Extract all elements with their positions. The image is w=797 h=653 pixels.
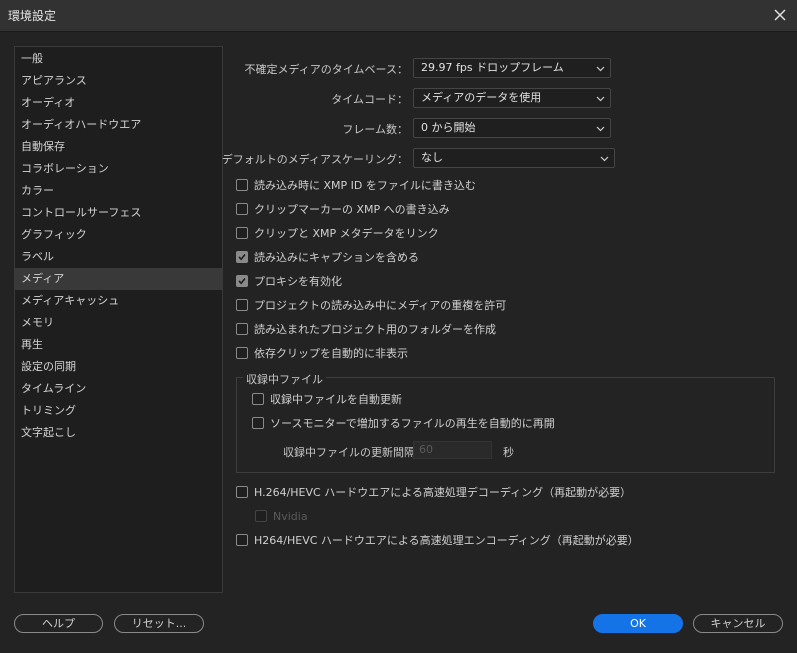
help-button[interactable]: ヘルプ [14,614,103,633]
ok-button[interactable]: OK [593,614,683,633]
refresh-interval-label: 収録中ファイルの更新間隔 [283,446,415,459]
sidebar-item-color[interactable]: カラー [15,180,222,202]
checkbox-box[interactable] [236,299,248,311]
sidebar-item-transcription[interactable]: 文字起こし [15,422,222,444]
checkbox-box[interactable] [252,417,264,429]
sidebar-item-labels[interactable]: ラベル [15,246,222,268]
checkbox-label: 読み込まれたプロジェクト用のフォルダーを作成 [254,323,496,336]
checkbox-label: クリップと XMP メタデータをリンク [254,227,439,240]
sidebar-item-trim[interactable]: トリミング [15,400,222,422]
checkbox-box[interactable] [236,251,248,263]
chevron-down-icon [600,156,609,162]
link-xmp-checkbox[interactable]: クリップと XMP メタデータをリンク [236,225,439,241]
checkbox-box [255,510,267,522]
chevron-down-icon [596,126,605,132]
xmp-write-checkbox[interactable]: 読み込み時に XMP ID をファイルに書き込む [236,177,476,193]
timebase-select[interactable]: 29.97 fps ドロップフレーム [413,58,611,78]
enable-proxies-checkbox[interactable]: プロキシを有効化 [236,273,342,289]
auto-refresh-checkbox[interactable]: 収録中ファイルを自動更新 [252,391,402,407]
checkbox-label: クリップマーカーの XMP への書き込み [254,203,450,216]
cancel-button[interactable]: キャンセル [693,614,783,633]
checkbox-box[interactable] [236,227,248,239]
sidebar-item-media[interactable]: メディア [15,268,222,290]
close-icon [774,9,786,21]
sidebar-item-audio-hardware[interactable]: オーディオハードウエア [15,114,222,136]
checkbox-label: 読み込みにキャプションを含める [254,251,419,264]
sidebar-item-audio[interactable]: オーディオ [15,92,222,114]
chevron-down-icon [596,66,605,72]
refresh-interval-unit: 秒 [503,446,514,459]
sidebar-item-control-surface[interactable]: コントロールサーフェス [15,202,222,224]
growing-files-title: 収録中ファイル [243,371,326,387]
scaling-value: なし [421,151,443,164]
checkmark-icon [238,253,246,261]
reset-button[interactable]: リセット... [114,614,204,633]
sidebar-item-auto-save[interactable]: 自動保存 [15,136,222,158]
close-button[interactable] [769,4,791,26]
scaling-label: デフォルトのメディアスケーリング： [221,153,408,166]
window-title: 環境設定 [8,9,57,23]
checkbox-box[interactable] [236,179,248,191]
sidebar-item-timeline[interactable]: タイムライン [15,378,222,400]
sidebar-item-memory[interactable]: メモリ [15,312,222,334]
hide-dependent-checkbox[interactable]: 依存クリップを自動的に非表示 [236,345,408,361]
checkbox-box[interactable] [236,323,248,335]
checkbox-box[interactable] [236,534,248,546]
checkbox-label: 依存クリップを自動的に非表示 [254,347,408,360]
checkbox-box[interactable] [236,203,248,215]
sidebar-item-collaboration[interactable]: コラボレーション [15,158,222,180]
checkbox-label: H.264/HEVC ハードウエアによる高速処理デコーディング（再起動が必要） [254,486,632,499]
nvidia-checkbox: Nvidia [255,508,308,524]
checkbox-box[interactable] [236,486,248,498]
sidebar-item-sync-settings[interactable]: 設定の同期 [15,356,222,378]
timecode-select[interactable]: メディアのデータを使用 [413,88,611,108]
checkbox-box[interactable] [236,347,248,359]
refresh-interval-input[interactable]: 60 [413,441,492,459]
title-bar: 環境設定 [0,0,797,32]
timecode-label: タイムコード： [331,93,408,106]
checkbox-label: ソースモニターで増加するファイルの再生を自動的に再開 [270,417,555,430]
hw-encode-checkbox[interactable]: H264/HEVC ハードウエアによる高速処理エンコーディング（再起動が必要） [236,532,639,548]
source-monitor-checkbox[interactable]: ソースモニターで増加するファイルの再生を自動的に再開 [252,415,555,431]
sidebar-item-media-cache[interactable]: メディアキャッシュ [15,290,222,312]
checkmark-icon [238,277,246,285]
sidebar-item-graphics[interactable]: グラフィック [15,224,222,246]
frame-count-value: 0 から開始 [421,121,476,134]
checkbox-label: プロジェクトの読み込み中にメディアの重複を許可 [254,299,507,312]
checkbox-box[interactable] [252,393,264,405]
import-captions-checkbox[interactable]: 読み込みにキャプションを含める [236,249,419,265]
timebase-label: 不確定メディアのタイムベース： [244,63,408,76]
chevron-down-icon [596,96,605,102]
timecode-value: メディアのデータを使用 [421,91,542,104]
checkbox-box[interactable] [236,275,248,287]
sidebar-item-playback[interactable]: 再生 [15,334,222,356]
timebase-value: 29.97 fps ドロップフレーム [421,61,564,74]
frame-count-label: フレーム数： [342,123,408,136]
clip-marker-xmp-checkbox[interactable]: クリップマーカーの XMP への書き込み [236,201,450,217]
checkbox-label: Nvidia [273,509,308,523]
sidebar-item-general[interactable]: 一般 [15,48,222,70]
create-folders-checkbox[interactable]: 読み込まれたプロジェクト用のフォルダーを作成 [236,321,496,337]
scaling-select[interactable]: なし [413,148,615,168]
sidebar-item-appearance[interactable]: アピアランス [15,70,222,92]
allow-duplicates-checkbox[interactable]: プロジェクトの読み込み中にメディアの重複を許可 [236,297,506,313]
hw-decode-checkbox[interactable]: H.264/HEVC ハードウエアによる高速処理デコーディング（再起動が必要） [236,484,631,500]
category-list: 一般 アピアランス オーディオ オーディオハードウエア 自動保存 コラボレーショ… [14,46,223,593]
frame-count-select[interactable]: 0 から開始 [413,118,611,138]
checkbox-label: プロキシを有効化 [254,275,342,288]
checkbox-label: 収録中ファイルを自動更新 [270,393,402,406]
checkbox-label: 読み込み時に XMP ID をファイルに書き込む [254,179,476,192]
checkbox-label: H264/HEVC ハードウエアによる高速処理エンコーディング（再起動が必要） [254,534,639,547]
